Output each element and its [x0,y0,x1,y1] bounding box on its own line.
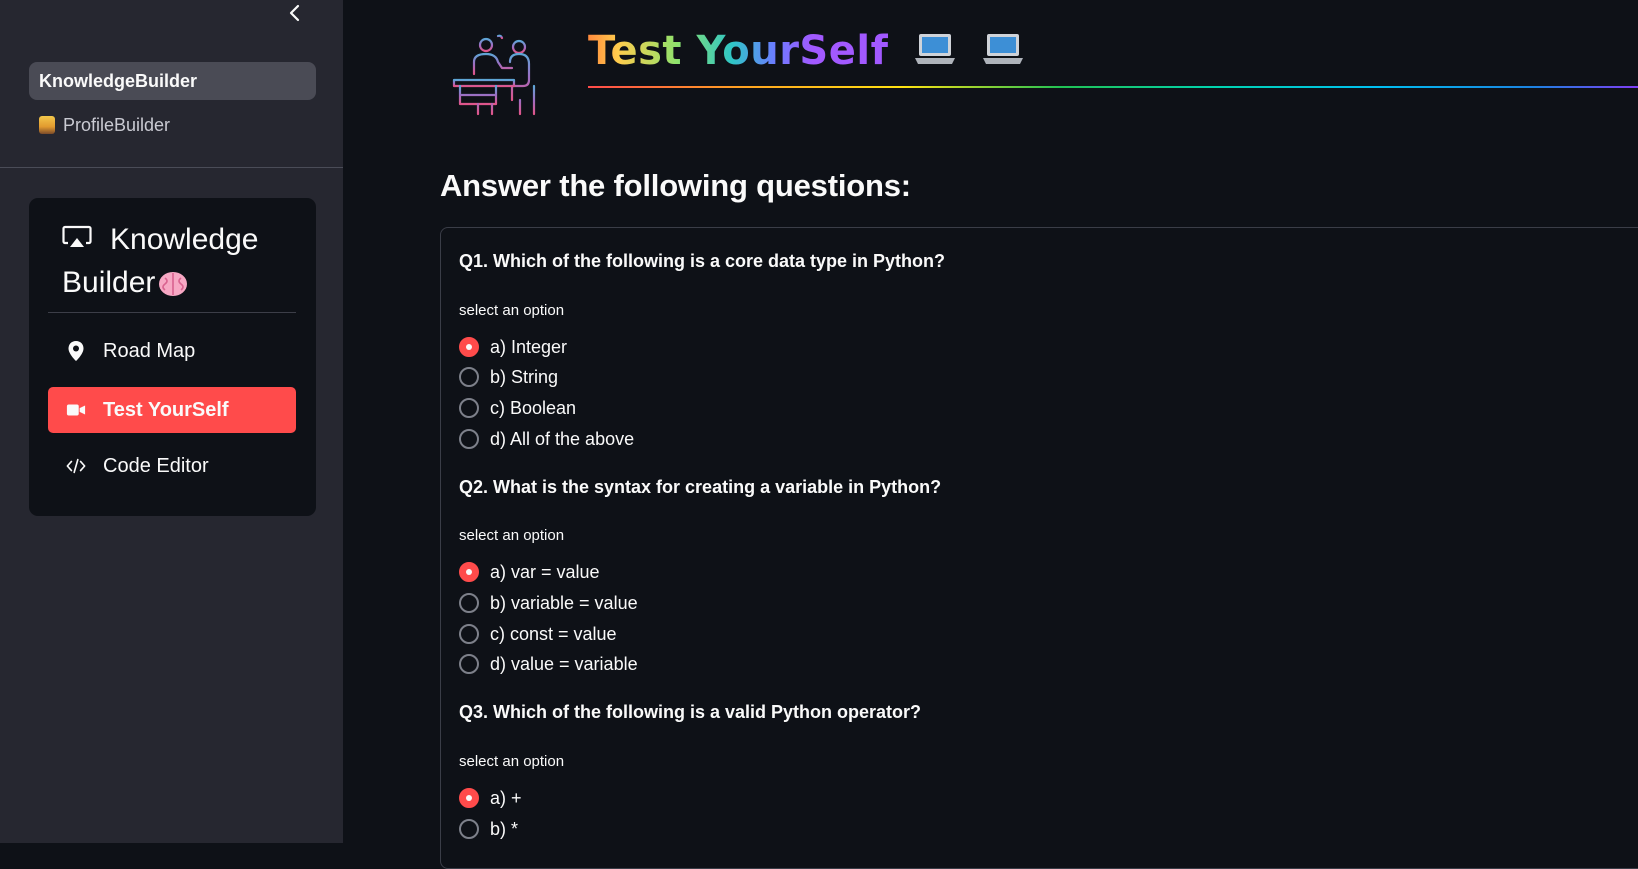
q1-option-c[interactable]: c) Boolean [459,395,576,421]
question-2: Q2. What is the syntax for creating a va… [459,477,942,497]
radio-button[interactable] [459,367,479,387]
q1-option-b[interactable]: b) String [459,364,558,390]
menu-item-code-editor[interactable]: Code Editor [48,443,296,489]
page-link-label: ProfileBuilder [63,114,171,135]
option-label: d) value = variable [490,653,638,674]
menu-divider [48,312,296,313]
select-label: select an option [459,753,565,770]
q1-option-a[interactable]: a) Integer [459,334,567,360]
radio-button[interactable] [459,788,479,808]
q2-option-c[interactable]: c) const = value [459,621,617,647]
laptop-emoji-icon [983,34,1024,64]
sidebar: KnowledgeBuilder ProfileBuilder Knowledg… [0,0,343,843]
menu-item-road-map[interactable]: Road Map [48,328,296,374]
menu-title: Knowledge Builder [62,218,302,304]
option-label: d) All of the above [490,428,635,449]
question-1: Q1. Which of the following is a core dat… [459,251,946,271]
radio-button[interactable] [459,398,479,418]
radio-button[interactable] [459,654,479,674]
video-camera-icon [66,400,86,420]
select-label: select an option [459,527,565,544]
section-heading: Answer the following questions: [440,168,911,203]
map-pin-icon [66,341,86,361]
code-icon [66,456,86,476]
chevron-left-icon [289,4,300,22]
radio-button[interactable] [459,562,479,582]
person-emoji-icon [39,116,55,134]
menu-item-label: Code Editor [103,454,209,477]
page-link-label: KnowledgeBuilder [39,70,198,91]
radio-button[interactable] [459,819,479,839]
q2-option-d[interactable]: d) value = variable [459,651,638,677]
collapse-sidebar-button[interactable] [284,2,306,24]
option-label: a) + [490,787,522,808]
menu-item-label: Test YourSelf [103,398,229,421]
brain-emoji-icon [159,272,188,297]
menu-item-test-yourself[interactable]: Test YourSelf [48,387,296,433]
option-label: b) variable = value [490,592,638,613]
page-link-profilebuilder[interactable]: ProfileBuilder [29,106,316,144]
option-label: c) Boolean [490,397,577,418]
sidebar-divider [0,167,343,168]
menu-title-line2: Builder [62,266,156,299]
option-label: b) String [490,366,559,387]
option-label: c) const = value [490,623,617,644]
page-title-text: Test YourSelf [588,28,889,74]
menu-title-line1: Knowledge [110,223,259,256]
quiz-form [440,227,1638,869]
page-title: Test YourSelf [588,26,1025,76]
q2-option-b[interactable]: b) variable = value [459,590,638,616]
q1-option-d[interactable]: d) All of the above [459,426,634,452]
radio-button[interactable] [459,337,479,357]
option-label: a) Integer [490,336,568,357]
radio-button[interactable] [459,429,479,449]
airplay-icon [62,218,92,261]
page-link-knowledgebuilder[interactable]: KnowledgeBuilder [29,62,316,100]
teacher-student-illustration [452,34,544,116]
q2-option-a[interactable]: a) var = value [459,559,600,585]
q3-option-a[interactable]: a) + [459,785,522,811]
option-menu: Knowledge Builder Road Map Test YourSelf… [29,198,316,516]
menu-item-label: Road Map [103,339,196,362]
laptop-emoji-icon [914,34,955,64]
radio-button[interactable] [459,593,479,613]
select-label: select an option [459,302,565,319]
radio-button[interactable] [459,624,479,644]
rainbow-divider [588,86,1638,88]
option-label: a) var = value [490,561,600,582]
q3-option-b[interactable]: b) * [459,816,518,842]
question-3: Q3. Which of the following is a valid Py… [459,702,922,722]
option-label: b) * [490,818,519,839]
